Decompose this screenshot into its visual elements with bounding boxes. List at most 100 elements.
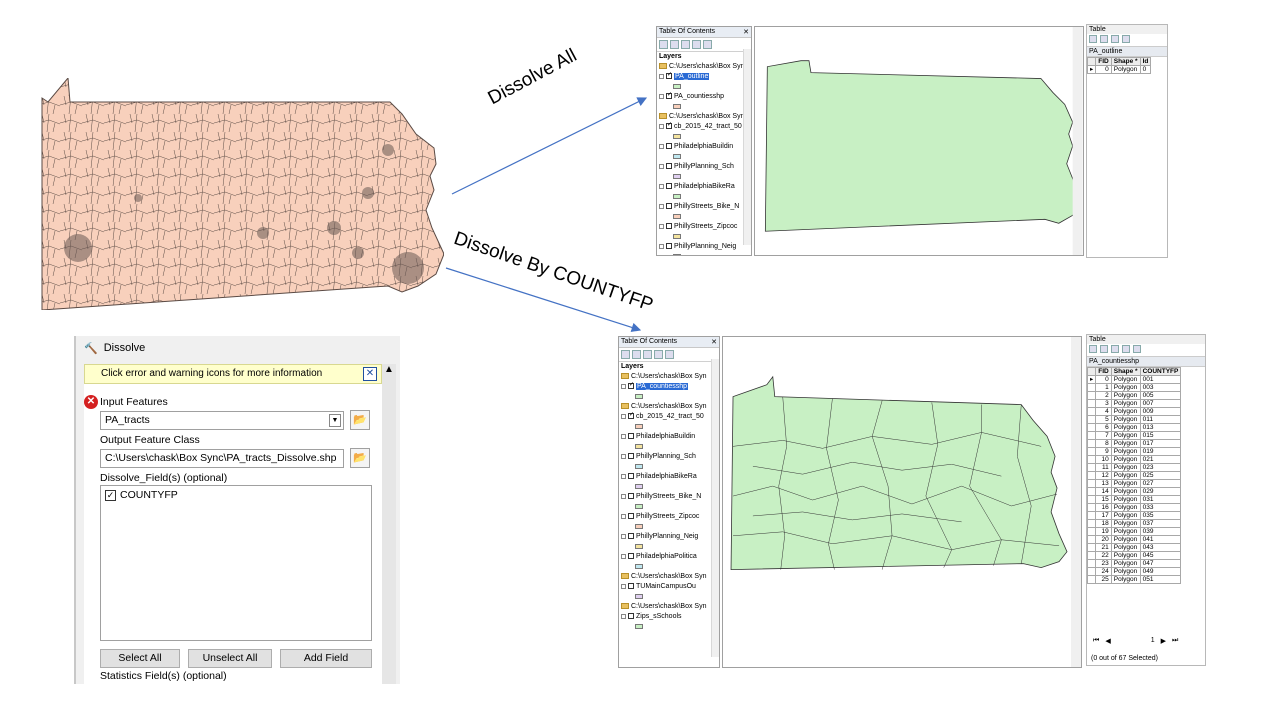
list-by-drawing-order-icon[interactable] (659, 40, 668, 49)
row-selector[interactable] (1087, 535, 1097, 544)
table-row[interactable]: 17 Polygon 035 (1087, 511, 1182, 520)
close-icon[interactable]: ✕ (743, 28, 749, 36)
table-row[interactable]: 1 Polygon 003 (1087, 383, 1182, 392)
table-row[interactable]: 8 Polygon 017 (1087, 439, 1182, 448)
table-row[interactable]: 7 Polygon 015 (1087, 431, 1182, 440)
row-selector[interactable] (1087, 559, 1097, 568)
column-header[interactable]: Shape * (1110, 57, 1141, 66)
toc-layer[interactable]: PhillyPlanning_Neig (619, 532, 719, 542)
layer-symbol[interactable] (657, 252, 751, 255)
layer-symbol[interactable] (619, 622, 719, 632)
collapse-icon[interactable] (659, 183, 664, 189)
table-row[interactable]: 20 Polygon 041 (1087, 535, 1182, 544)
switch-selection-icon[interactable] (1122, 345, 1130, 353)
layer-symbol[interactable] (619, 462, 719, 472)
toc-layer[interactable]: PhillyStreets_Zipcoc (619, 512, 719, 522)
collapse-icon[interactable] (621, 433, 626, 439)
row-selector[interactable] (1087, 455, 1097, 464)
table-row[interactable]: 14 Polygon 029 (1087, 487, 1182, 496)
table-row[interactable]: ▸ 0 Polygon 0 (1087, 65, 1152, 74)
row-selector[interactable] (1087, 527, 1097, 536)
table-row[interactable]: 4 Polygon 009 (1087, 407, 1182, 416)
layers-root[interactable]: Layers (619, 362, 719, 372)
layer-symbol[interactable] (619, 442, 719, 452)
layer-symbol[interactable] (657, 212, 751, 222)
collapse-icon[interactable] (659, 203, 664, 209)
table-row[interactable]: 13 Polygon 027 (1087, 479, 1182, 488)
table-row[interactable]: 5 Polygon 011 (1087, 415, 1182, 424)
row-selector[interactable] (1087, 575, 1097, 584)
row-selector[interactable] (1087, 383, 1097, 392)
input-features-field[interactable]: PA_tracts ▼ (100, 411, 344, 430)
output-feature-class-field[interactable]: C:\Users\chask\Box Sync\PA_tracts_Dissol… (100, 449, 344, 468)
layer-visibility-checkbox[interactable] (666, 93, 672, 100)
collapse-icon[interactable] (621, 493, 626, 499)
layer-symbol[interactable] (657, 172, 751, 182)
related-tables-icon[interactable] (1100, 35, 1108, 43)
table-options-icon[interactable] (1089, 345, 1097, 353)
table-options-icon[interactable] (1089, 35, 1097, 43)
toc-layer[interactable]: PhillyPlanning_Neig (657, 242, 751, 252)
column-header[interactable]: Id (1139, 57, 1152, 66)
collapse-icon[interactable] (659, 243, 664, 249)
close-info-icon[interactable]: ✕ (363, 367, 377, 381)
delete-selected-icon[interactable] (1133, 345, 1141, 353)
toc-layer[interactable]: PA_outline (657, 72, 751, 82)
table-row[interactable]: ▸ 0 Polygon 001 (1087, 375, 1182, 384)
row-selector[interactable] (1087, 407, 1097, 416)
list-by-visibility-icon[interactable] (681, 40, 690, 49)
row-selector[interactable] (1087, 463, 1097, 472)
layer-visibility-checkbox[interactable] (666, 183, 672, 190)
column-header[interactable]: FID (1095, 367, 1112, 376)
layer-symbol[interactable] (619, 522, 719, 532)
toc-layer[interactable]: PhillyPlanning_Sch (619, 452, 719, 462)
collapse-icon[interactable] (621, 513, 626, 519)
dialog-scrollbar[interactable]: ▲ (382, 364, 396, 684)
list-by-drawing-order-icon[interactable] (621, 350, 630, 359)
layer-visibility-checkbox[interactable] (666, 143, 672, 150)
layer-symbol[interactable] (619, 562, 719, 572)
collapse-icon[interactable] (621, 413, 626, 419)
collapse-icon[interactable] (621, 383, 626, 389)
collapse-icon[interactable] (621, 453, 626, 459)
toc-layer[interactable]: PhiladelphiaBikeRa (619, 472, 719, 482)
row-selector[interactable] (1087, 423, 1097, 432)
toc-layer[interactable]: PA_countiesshp (657, 92, 751, 102)
row-selector[interactable] (1087, 479, 1097, 488)
layers-root[interactable]: Layers (657, 52, 751, 62)
layer-visibility-checkbox[interactable] (628, 413, 634, 420)
table-row[interactable]: 12 Polygon 025 (1087, 471, 1182, 480)
toc-layer[interactable]: PhillyPlanning_Sch (657, 162, 751, 172)
table-tab[interactable]: PA_countiesshp (1087, 356, 1205, 367)
collapse-icon[interactable] (659, 143, 664, 149)
list-by-source-icon[interactable] (632, 350, 641, 359)
toc-layer[interactable]: PhiladelphiaBuildin (657, 142, 751, 152)
layer-symbol[interactable] (657, 82, 751, 92)
toc-layer[interactable]: PA_countiesshp (619, 382, 719, 392)
switch-selection-icon[interactable] (1122, 35, 1130, 43)
layer-symbol[interactable] (657, 152, 751, 162)
layer-visibility-checkbox[interactable] (666, 203, 672, 210)
list-by-selection-icon[interactable] (654, 350, 663, 359)
row-selector[interactable] (1087, 503, 1097, 512)
list-item[interactable]: ✓ COUNTYFP (101, 486, 371, 504)
unselect-all-button[interactable]: Unselect All (188, 649, 272, 668)
toc-data-source[interactable]: C:\Users\chask\Box Syn (619, 602, 719, 612)
related-tables-icon[interactable] (1100, 345, 1108, 353)
layer-visibility-checkbox[interactable] (628, 533, 634, 540)
row-selector-header[interactable] (1087, 57, 1097, 66)
row-selector[interactable] (1087, 487, 1097, 496)
table-row[interactable]: 6 Polygon 013 (1087, 423, 1182, 432)
row-selector[interactable] (1087, 551, 1097, 560)
collapse-icon[interactable] (659, 73, 664, 79)
column-header[interactable]: Shape * (1110, 367, 1141, 376)
list-by-visibility-icon[interactable] (643, 350, 652, 359)
table-row[interactable]: 2 Polygon 005 (1087, 391, 1182, 400)
row-selector[interactable] (1087, 511, 1097, 520)
collapse-icon[interactable] (659, 93, 664, 99)
toc-layer[interactable]: cb_2015_42_tract_50 (657, 122, 751, 132)
layer-symbol[interactable] (619, 482, 719, 492)
row-selector[interactable] (1087, 543, 1097, 552)
row-selector[interactable] (1087, 519, 1097, 528)
layer-visibility-checkbox[interactable] (628, 383, 634, 390)
